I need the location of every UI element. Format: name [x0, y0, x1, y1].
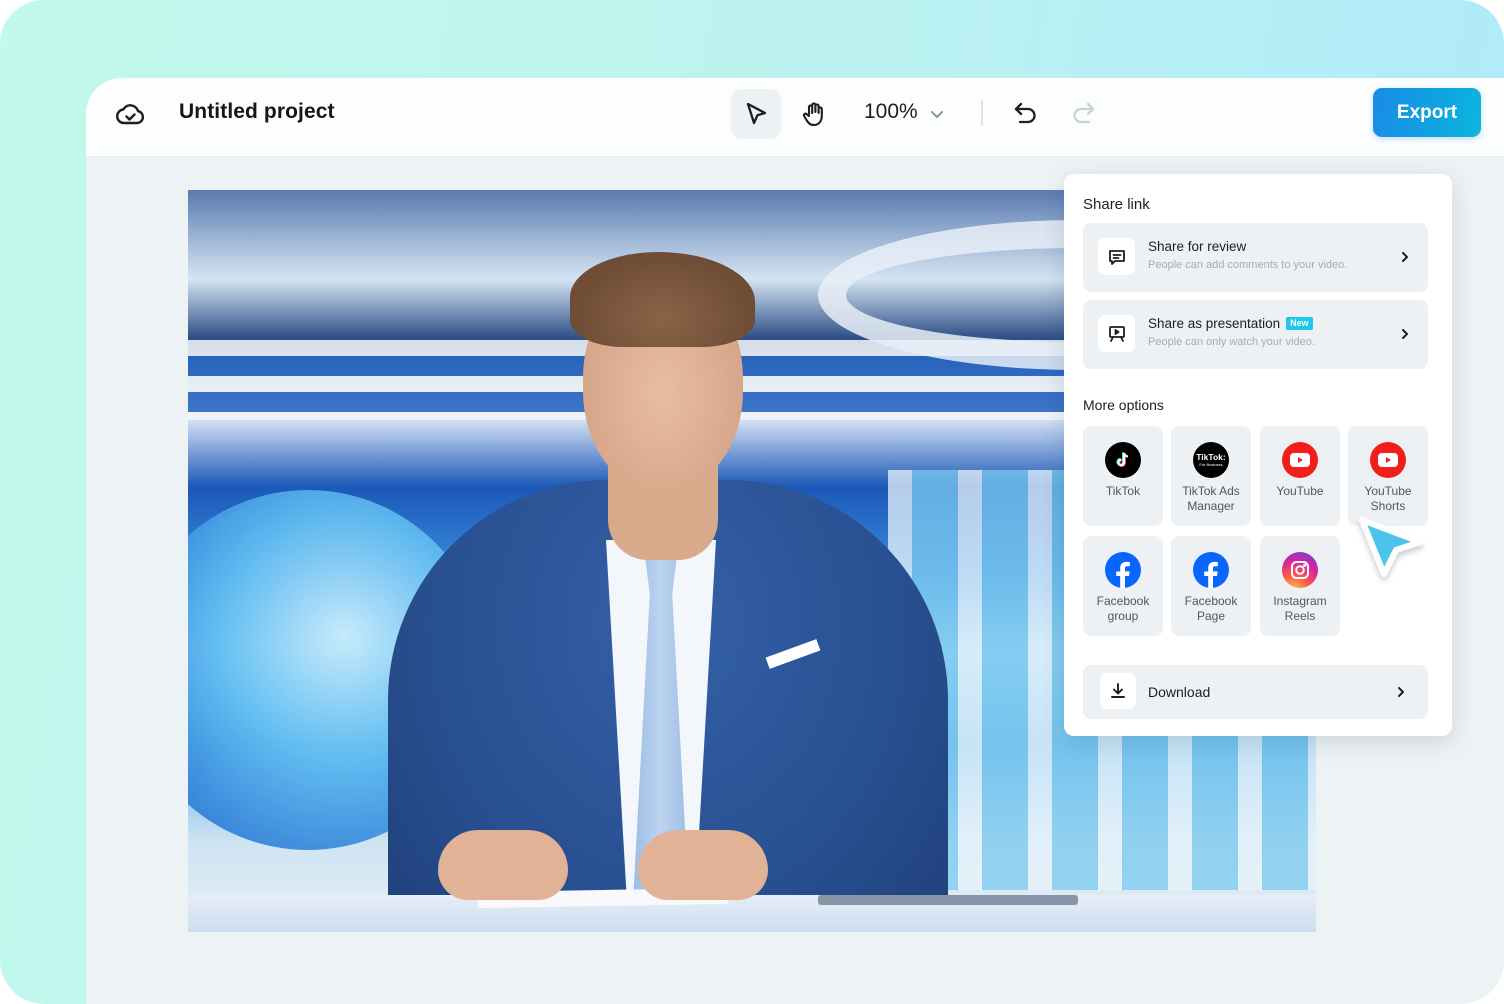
platform-label: Facebook Page [1184, 594, 1238, 623]
anchor-right-hand [638, 830, 768, 900]
export-button[interactable]: Export [1373, 88, 1481, 137]
more-options-heading: More options [1083, 397, 1164, 413]
share-as-presentation-option[interactable]: Share as presentation New People can onl… [1083, 300, 1428, 369]
chevron-right-icon [1398, 687, 1404, 697]
share-link-heading: Share link [1083, 196, 1150, 213]
share-for-review-subtitle: People can add comments to your video. [1148, 259, 1348, 271]
pointer-arrow-icon [746, 102, 767, 125]
project-title[interactable]: Untitled project [179, 100, 335, 124]
presentation-icon [1108, 325, 1125, 342]
youtube-glyph [1290, 453, 1310, 467]
tablet [818, 895, 1078, 905]
comment-icon-box [1098, 238, 1135, 275]
instagram-icon [1282, 552, 1318, 588]
tiktok-icon [1105, 442, 1141, 478]
platform-facebook-group[interactable]: Facebook group [1083, 536, 1163, 636]
download-icon [1111, 683, 1125, 698]
chevron-right-icon [1402, 329, 1408, 339]
row-title-text: Share for review [1148, 239, 1247, 254]
toolbar-divider [981, 100, 983, 126]
platform-instagram-reels[interactable]: Instagram Reels [1260, 536, 1340, 636]
comment-icon [1108, 249, 1125, 265]
chevron-right-icon [1402, 252, 1408, 262]
youtube-icon [1282, 442, 1318, 478]
mouse-cursor-icon [1359, 517, 1423, 577]
download-label: Download [1148, 684, 1211, 700]
share-panel: Share link Share for review People can a… [1064, 174, 1452, 736]
redo-icon[interactable] [1068, 98, 1098, 128]
facebook-icon [1105, 552, 1141, 588]
anchor-left-hand [438, 830, 568, 900]
chevron-down-icon[interactable] [928, 105, 946, 123]
presentation-icon-box [1098, 315, 1135, 352]
platform-label: YouTube [1276, 484, 1324, 498]
undo-icon[interactable] [1011, 98, 1041, 128]
platform-label: TikTok Ads Manager [1182, 484, 1240, 513]
share-for-review-title: Share for review [1148, 239, 1246, 254]
share-as-presentation-subtitle: People can only watch your video. [1148, 336, 1315, 348]
zoom-level-select[interactable]: 100% [864, 100, 918, 124]
platform-label: TikTok [1105, 484, 1141, 498]
facebook-glyph [1116, 561, 1130, 588]
hand-tool-button[interactable] [789, 89, 839, 139]
share-as-presentation-title: Share as presentation New [1148, 316, 1313, 331]
tiktok-business-wordmark: TikTok: [1196, 452, 1226, 462]
youtube-glyph [1378, 453, 1398, 467]
cloud-check-icon[interactable] [114, 98, 146, 130]
top-toolbar: Untitled project 100% Export [86, 78, 1504, 157]
platform-label: Instagram Reels [1273, 594, 1327, 623]
instagram-glyph [1291, 561, 1309, 579]
tiktok-for-business-icon: TikTok: For Business [1193, 442, 1229, 478]
facebook-glyph [1204, 561, 1218, 588]
tiktok-glyph [1116, 452, 1129, 468]
platform-label: Facebook group [1096, 594, 1150, 623]
youtube-shorts-icon [1370, 442, 1406, 478]
hand-pan-icon [802, 102, 823, 127]
download-icon-box [1100, 673, 1136, 709]
select-tool-button[interactable] [731, 89, 781, 139]
platform-tiktok[interactable]: TikTok [1083, 426, 1163, 526]
download-option[interactable]: Download [1083, 665, 1428, 719]
platform-youtube[interactable]: YouTube [1260, 426, 1340, 526]
share-for-review-option[interactable]: Share for review People can add comments… [1083, 223, 1428, 292]
platform-facebook-page[interactable]: Facebook Page [1171, 536, 1251, 636]
tiktok-business-subtext: For Business [1199, 462, 1223, 467]
row-title-text: Share as presentation [1148, 316, 1281, 331]
news-desk [188, 895, 1316, 932]
anchor-hair [570, 252, 755, 347]
facebook-icon [1193, 552, 1229, 588]
platform-tiktok-ads-manager[interactable]: TikTok: For Business TikTok Ads Manager [1171, 426, 1251, 526]
new-badge: New [1286, 317, 1313, 330]
